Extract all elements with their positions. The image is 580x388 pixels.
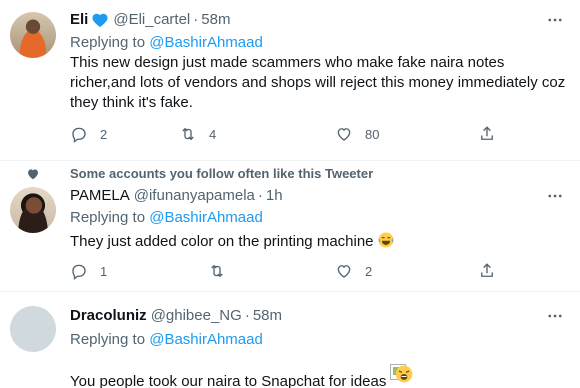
separator: · [193,11,199,28]
handle[interactable]: @ghibee_NG [151,306,242,326]
reply-button[interactable]: 1 [70,262,107,280]
social-context: Some accounts you follow often like this… [26,166,373,181]
handle[interactable]: @ifunanyapamela [134,186,255,206]
reply-icon [72,264,86,280]
like-count: 2 [365,263,373,279]
retweet-count: 4 [209,126,217,142]
heart-icon [28,168,38,179]
tweet-text: They just added color on the printing ma… [70,233,374,250]
weary-emoji [394,364,414,384]
replying-to: Replying to @BashirAhmaad [70,208,263,228]
like-button[interactable]: 2 [335,262,372,280]
more-icon[interactable] [544,10,566,30]
share-icon [481,126,493,140]
retweet-button[interactable] [208,262,226,280]
like-icon [337,128,351,141]
tweet-text: You people took our naira to Snapchat fo… [70,373,387,388]
separator: · [257,187,263,204]
replying-to: Replying to @BashirAhmaad [70,33,263,53]
tweet[interactable]: Some accounts you follow often like this… [0,161,580,291]
tweet-actions: 1 2 [70,262,502,284]
retweet-icon [182,127,194,141]
avatar[interactable] [10,12,56,58]
replying-label: Replying to [70,209,146,226]
avatar[interactable] [10,306,56,352]
retweet-icon [211,264,223,278]
display-name[interactable]: Eli [70,10,88,30]
separator: · [244,307,250,324]
like-icon [337,265,351,278]
mention-link[interactable]: @BashirAhmaad [149,209,263,226]
timestamp[interactable]: 58m [201,10,230,30]
tweet-text: This new design just made scammers who m… [70,54,566,111]
reply-count: 2 [100,126,108,142]
reply-icon [72,127,86,143]
display-name[interactable]: PAMELA [70,186,130,206]
replying-to: Replying to @BashirAhmaad [70,330,263,350]
tweet-header: Eli @Eli_cartel · 58m [70,10,230,30]
avatar[interactable] [10,187,56,233]
reply-count: 1 [100,263,108,279]
social-context-text: Some accounts you follow often like this… [70,166,374,181]
handle[interactable]: @Eli_cartel [113,10,190,30]
tweet-actions: 2 4 80 [70,125,502,147]
retweet-button[interactable]: 4 [179,125,216,143]
replying-label: Replying to [70,34,146,51]
tweet-header: PAMELA @ifunanyapamela · 1h [70,186,283,206]
tears-of-joy-emoji [377,231,395,249]
tweet[interactable]: Eli @Eli_cartel · 58m Replying to @Bashi… [0,0,580,160]
verified-badge-icon [91,11,109,29]
timestamp[interactable]: 1h [266,186,283,206]
tweet-text-container: You people took our naira to Snapchat fo… [70,364,570,388]
share-button[interactable] [478,262,496,280]
mention-link[interactable]: @BashirAhmaad [149,331,263,348]
tweet-header: Dracoluniz @ghibee_NG · 58m [70,306,282,326]
share-button[interactable] [478,125,496,143]
reply-button[interactable]: 2 [70,125,107,143]
timestamp[interactable]: 58m [253,306,282,326]
mention-link[interactable]: @BashirAhmaad [149,34,263,51]
tweet[interactable]: Dracoluniz @ghibee_NG · 58m Replying to … [0,292,580,388]
display-name[interactable]: Dracoluniz [70,306,147,326]
replying-label: Replying to [70,331,146,348]
like-button[interactable]: 80 [335,125,379,143]
more-icon[interactable] [544,186,566,206]
share-icon [481,263,493,277]
tweet-text-container: They just added color on the printing ma… [70,231,570,252]
like-count: 80 [365,126,380,142]
more-icon[interactable] [544,306,566,326]
